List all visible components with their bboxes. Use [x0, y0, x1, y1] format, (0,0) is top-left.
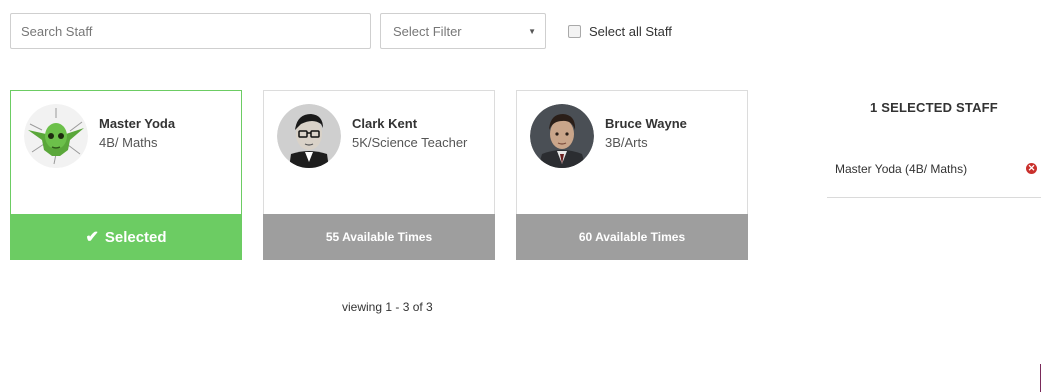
pagination-text: viewing 1 - 3 of 3: [342, 300, 433, 314]
filter-select[interactable]: Select Filter ▼: [380, 13, 546, 49]
staff-card-master-yoda[interactable]: Master Yoda 4B/ Maths ✔ Selected: [10, 90, 242, 260]
staff-role: 4B/ Maths: [99, 135, 158, 150]
selected-button[interactable]: ✔ Selected: [10, 214, 242, 260]
select-all-checkbox[interactable]: [568, 25, 581, 38]
check-icon: ✔: [85, 229, 99, 246]
selected-staff-item: Master Yoda (4B/ Maths) ✕: [827, 148, 1041, 198]
search-input[interactable]: [10, 13, 371, 49]
staff-name: Bruce Wayne: [605, 116, 687, 131]
selected-staff-title: 1 SELECTED STAFF: [870, 100, 998, 115]
staff-card-clark-kent[interactable]: Clark Kent 5K/Science Teacher 55 Availab…: [263, 90, 495, 260]
staff-role: 3B/Arts: [605, 135, 648, 150]
bruce-wayne-avatar: [530, 104, 594, 168]
clark-kent-avatar: [277, 104, 341, 168]
yoda-avatar: [24, 104, 88, 168]
filter-select-label: Select Filter: [393, 23, 462, 39]
selected-label: Selected: [104, 228, 167, 246]
chevron-down-icon: ▼: [528, 27, 536, 36]
available-times-button[interactable]: 55 Available Times: [263, 214, 495, 260]
remove-icon[interactable]: ✕: [1026, 163, 1037, 174]
staff-name: Clark Kent: [352, 116, 418, 131]
selected-staff-label: Master Yoda (4B/ Maths): [835, 162, 968, 176]
staff-name: Master Yoda: [99, 116, 176, 131]
select-all-control[interactable]: Select all Staff: [568, 24, 672, 39]
available-times-button[interactable]: 60 Available Times: [516, 214, 748, 260]
staff-card-bruce-wayne[interactable]: Bruce Wayne 3B/Arts 60 Available Times: [516, 90, 748, 260]
select-all-label[interactable]: Select all Staff: [589, 24, 672, 39]
staff-role: 5K/Science Teacher: [352, 135, 468, 150]
